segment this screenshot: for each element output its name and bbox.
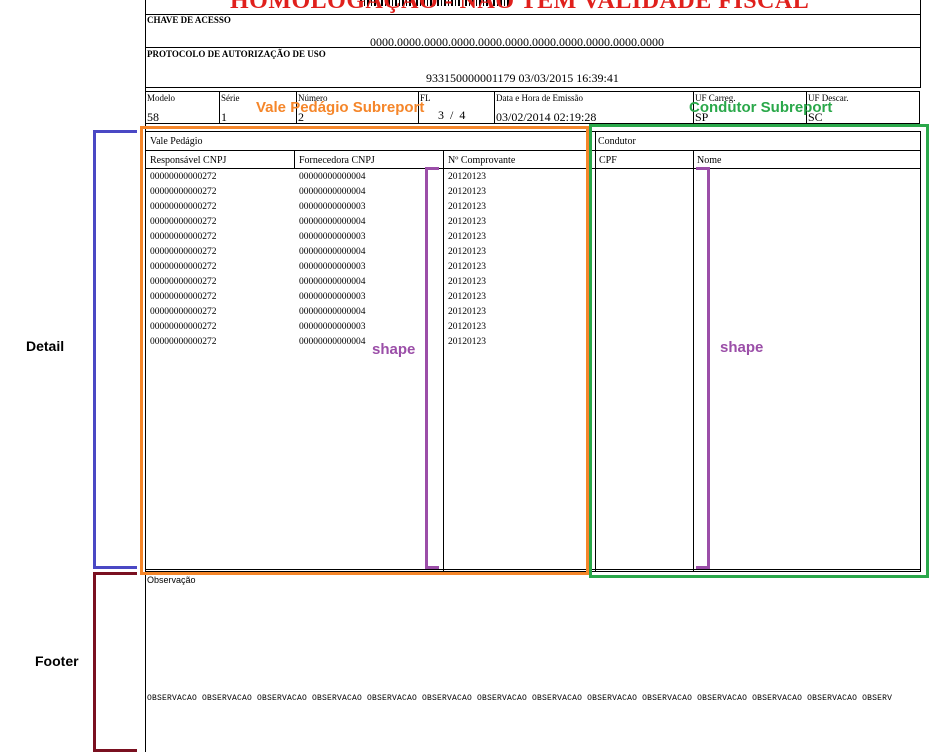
protocolo-top-line [145, 47, 921, 48]
protocolo-bottom-line [145, 87, 921, 88]
chave-label: CHAVE DE ACESSO [147, 15, 231, 25]
serie-label: Série [221, 93, 240, 103]
vale-pedagio-subreport-label: Vale Pedágio Subreport [256, 99, 425, 116]
serie-value: 1 [221, 110, 227, 124]
protocolo-value: 933150000001179 03/03/2015 16:39:41 [426, 71, 619, 85]
chave-top-line [145, 14, 921, 15]
vale-pedagio-subreport-box [140, 126, 589, 575]
observacao-label: Observação [147, 575, 196, 585]
detail-bracket [93, 130, 137, 569]
shape-label-right: shape [720, 339, 764, 356]
detail-label: Detail [26, 338, 65, 354]
protocolo-label: PROTOCOLO DE AUTORIZAÇÃO DE USO [147, 49, 326, 59]
modelo-label: Modelo [147, 93, 175, 103]
observacao-text: OBSERVACAO OBSERVACAO OBSERVACAO OBSERVA… [147, 694, 893, 703]
shape-bracket-left [425, 167, 439, 569]
footer-label: Footer [35, 653, 79, 669]
condutor-subreport-label: Condutor Subreport [689, 99, 833, 116]
shape-label-left: shape [372, 341, 416, 358]
emissao-value: 03/02/2014 02:19:28 [496, 110, 597, 124]
fl-value: 3 / 4 [438, 108, 466, 122]
shape-bracket-right [696, 167, 710, 569]
watermark-text: HOMOLOGAÇÃO - NÃO TEM VALIDADE FISCAL [230, 0, 810, 14]
modelo-value: 58 [147, 110, 159, 124]
header-divider-4 [494, 91, 495, 124]
footer-bracket [93, 572, 137, 752]
emissao-label: Data e Hora de Emissão [496, 93, 583, 103]
header-divider-1 [219, 91, 220, 124]
